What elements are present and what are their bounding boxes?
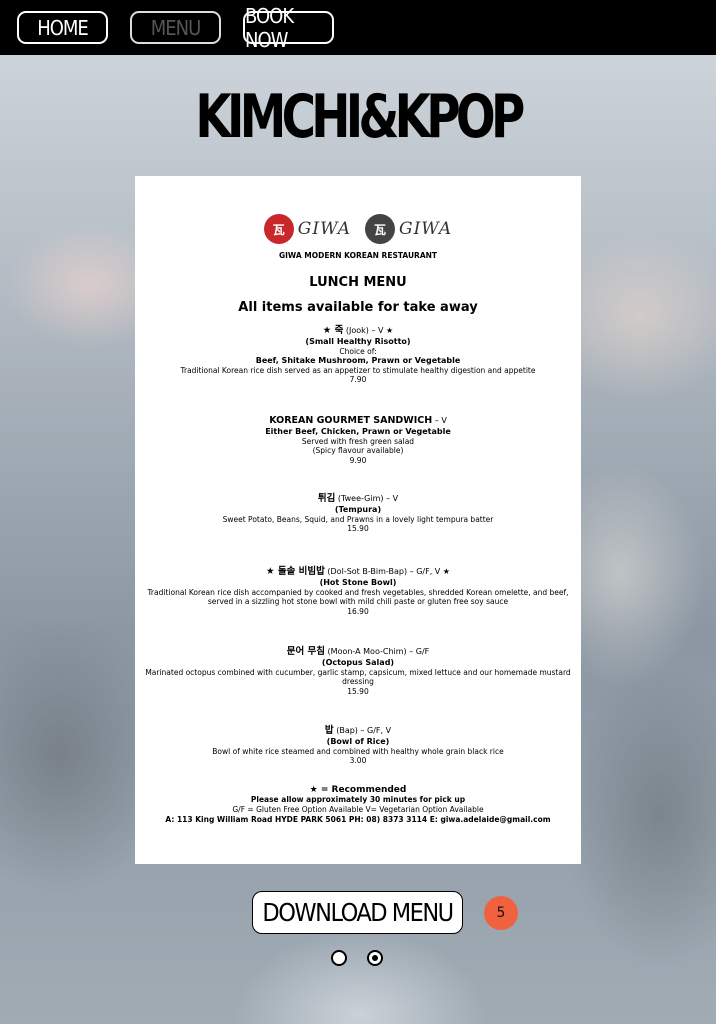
item-price: 3.00	[349, 756, 367, 766]
brand-title: KIMCHI&KPOP	[195, 82, 525, 152]
item-description: Bowl of white rice steamed and combined …	[212, 746, 504, 756]
giwa-emblem-icon: 瓦	[263, 214, 294, 244]
item-title: ★ 돌솥 비빔밥	[266, 566, 325, 577]
dietary-legend: G/F = Gluten Free Option Available V= Ve…	[232, 805, 484, 814]
item-line: Choice of:	[339, 346, 377, 356]
menu-footer: ★ = Recommended Please allow approximate…	[135, 785, 581, 825]
item-description: Marinated octopus combined with cucumber…	[145, 667, 571, 687]
item-subtitle-inline: (Bap) – G/F, V	[333, 726, 392, 735]
item-subtitle-inline: (Dol-Sot B-Bim-Bap) – G/F, V ★	[324, 567, 450, 576]
item-subtitle-inline: – V	[432, 416, 447, 425]
item-subtitle-inline: (Moon-A Moo-Chim) – G/F	[325, 647, 430, 656]
recommended-legend: ★ = Recommended	[309, 785, 407, 795]
item-title: ★ 죽	[322, 325, 344, 336]
item-subtitle: (Small Healthy Risotto)	[305, 337, 411, 346]
item-description: (Spicy flavour available)	[312, 446, 404, 456]
item-description: Traditional Korean rice dish served as a…	[180, 365, 536, 375]
menu-heading: LUNCH MENU	[309, 275, 407, 290]
nav-book-now-button[interactable]: BOOK NOW	[243, 4, 334, 52]
giwa-logo-red: 瓦 GIWA	[263, 214, 351, 244]
item-description: Traditional Korean rice dish accompanied…	[147, 587, 569, 607]
item-price: 9.90	[349, 455, 367, 465]
pickup-note: Please allow approximately 30 minutes fo…	[250, 795, 466, 804]
item-description: Sweet Potato, Beans, Squid, and Prawns i…	[222, 514, 494, 524]
giwa-logo-text: GIWA	[399, 219, 453, 239]
item-subtitle: (Bowl of Rice)	[326, 737, 390, 746]
item-title: 밥	[324, 725, 334, 736]
carousel-dot-1[interactable]	[331, 950, 347, 966]
takeaway-note: All items available for take away	[238, 300, 478, 315]
count-badge: 5	[484, 896, 518, 930]
item-subtitle: (Octopus Salad)	[321, 658, 395, 667]
logo-row: 瓦 GIWA 瓦 GIWA	[135, 214, 581, 244]
item-price: 16.90	[347, 606, 369, 616]
menu-item-octopus-salad: 문어 무침 (Moon-A Moo-Chim) – G/F (Octopus S…	[141, 645, 575, 696]
nav-menu-button[interactable]: MENU	[130, 11, 221, 44]
item-title: 튀김	[317, 493, 336, 504]
download-menu-button[interactable]: DOWNLOAD MENU	[252, 891, 463, 934]
item-line: Served with fresh green salad	[301, 436, 415, 446]
carousel-dot-2-active[interactable]	[367, 950, 383, 966]
menu-image: 瓦 GIWA 瓦 GIWA GIWA MODERN KOREAN RESTAUR…	[135, 176, 581, 864]
nav-home-button[interactable]: HOME	[17, 11, 108, 44]
item-line: Beef, Shitake Mushroom, Prawn or Vegetab…	[255, 356, 461, 366]
item-title: KOREAN GOURMET SANDWICH	[269, 415, 433, 426]
menu-item-bibimbap: ★ 돌솥 비빔밥 (Dol-Sot B-Bim-Bap) – G/F, V ★ …	[141, 565, 575, 616]
menu-item-tempura: 튀김 (Twee-Gim) – V (Tempura) Sweet Potato…	[141, 492, 575, 534]
contact-details: A: 113 King William Road HYDE PARK 5061 …	[165, 815, 551, 824]
giwa-logo-text: GIWA	[297, 219, 351, 239]
menu-item-jook: ★ 죽 (Jook) – V ★ (Small Healthy Risotto)…	[141, 324, 575, 385]
item-price: 7.90	[349, 375, 367, 385]
giwa-logo-dark: 瓦 GIWA	[365, 214, 452, 244]
item-line: Either Beef, Chicken, Prawn or Vegetable	[265, 427, 451, 436]
item-subtitle-inline: (Jook) – V ★	[343, 326, 394, 335]
restaurant-name: GIWA MODERN KOREAN RESTAURANT	[278, 251, 438, 260]
item-subtitle-inline: (Twee-Gim) – V	[335, 494, 399, 503]
menu-item-bap: 밥 (Bap) – G/F, V (Bowl of Rice) Bowl of …	[141, 724, 575, 766]
menu-item-sandwich: KOREAN GOURMET SANDWICH – V Either Beef,…	[141, 414, 575, 465]
item-title: 문어 무침	[286, 646, 325, 657]
item-subtitle: (Hot Stone Bowl)	[319, 578, 397, 587]
item-price: 15.90	[347, 686, 369, 696]
top-navigation-bar: HOME MENU BOOK NOW	[0, 0, 716, 55]
item-subtitle: (Tempura)	[334, 505, 382, 514]
item-price: 15.90	[347, 524, 369, 534]
giwa-emblem-icon: 瓦	[365, 214, 395, 244]
